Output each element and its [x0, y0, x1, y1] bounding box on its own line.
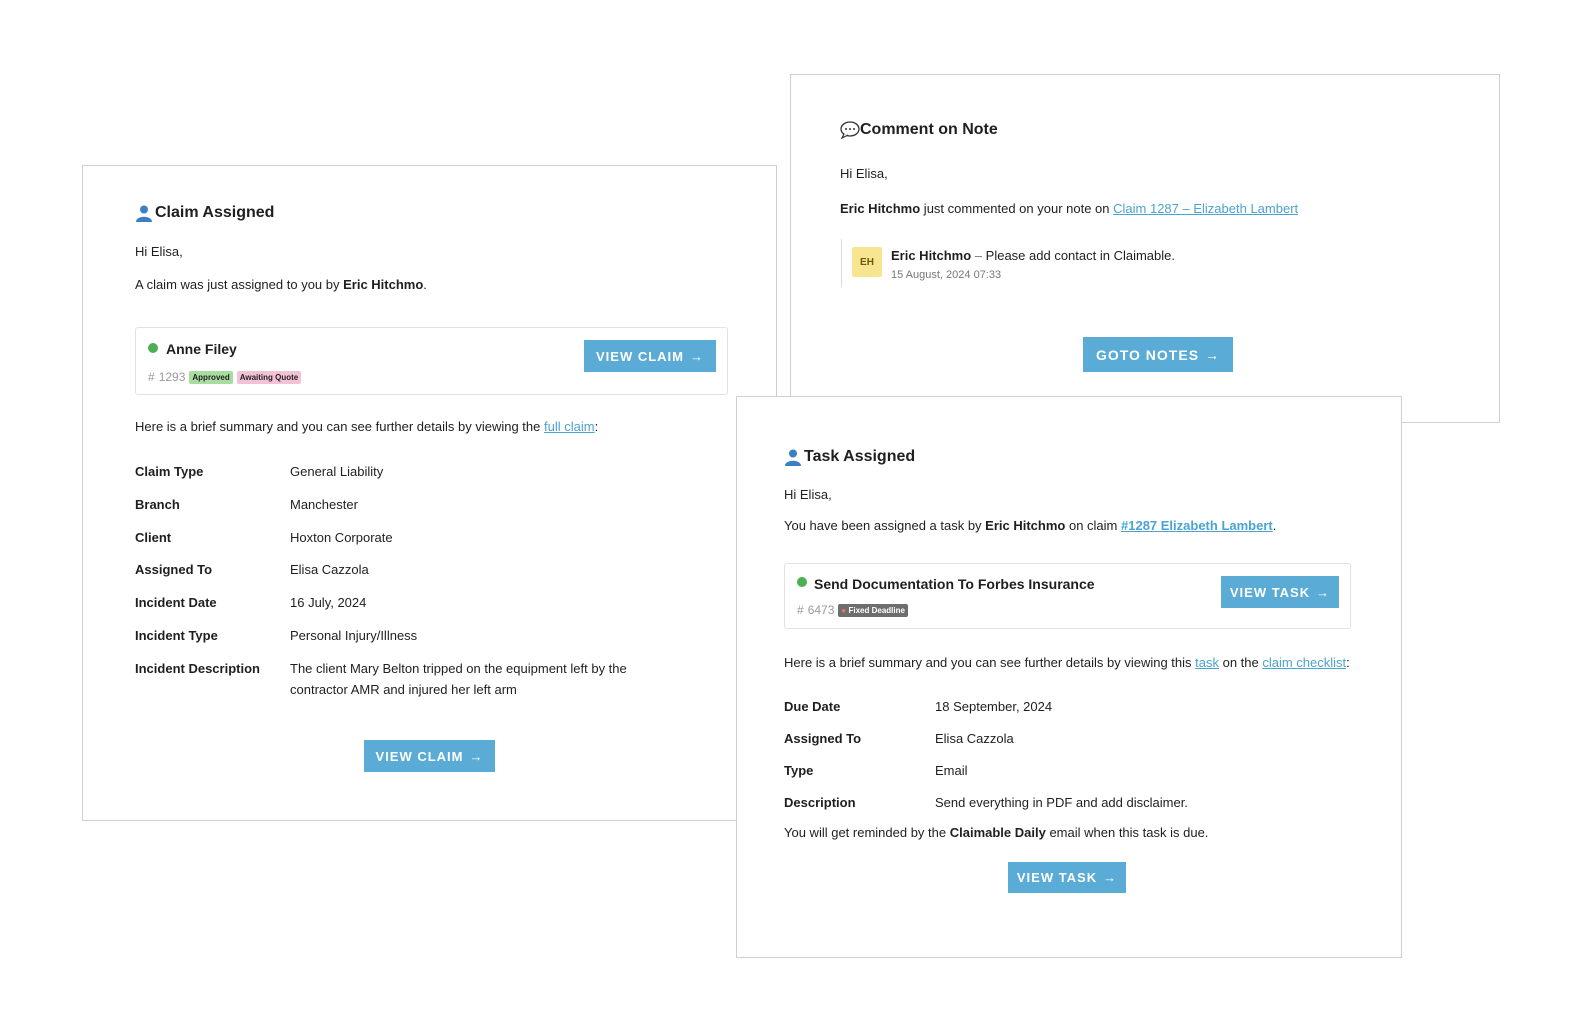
- arrow-right-icon: →: [1103, 870, 1118, 885]
- comment-timestamp: 15 August, 2024 07:33: [891, 269, 1002, 281]
- detail-label: Branch: [135, 497, 180, 512]
- detail-label: Assigned To: [784, 731, 862, 746]
- detail-value: Elisa Cazzola: [290, 562, 369, 577]
- claim-client-name: Anne Filey: [166, 341, 237, 357]
- task-intro: You have been assigned a task by Eric Hi…: [784, 518, 1277, 533]
- detail-value: Hoxton Corporate: [290, 530, 393, 545]
- view-claim-button[interactable]: VIEW CLAIM →: [364, 740, 495, 772]
- fixed-deadline-badge: ● Fixed Deadline: [838, 603, 908, 617]
- full-claim-link[interactable]: full claim: [544, 419, 595, 434]
- claim-item-card: Anne Filey # 1293 Approved Awaiting Quot…: [135, 327, 728, 395]
- claim-intro: A claim was just assigned to you by Eric…: [135, 277, 427, 292]
- reminder-text: You will get reminded by the Claimable D…: [784, 825, 1209, 840]
- detail-value-line1: The client Mary Belton tripped on the eq…: [290, 661, 627, 676]
- task-email-title: Task Assigned: [804, 448, 916, 465]
- claim-email-title: Claim Assigned: [155, 204, 275, 221]
- hash-icon: #: [797, 603, 804, 617]
- comment-on-note-email: Comment on Note Hi Elisa, Eric Hitchmo j…: [790, 74, 1500, 423]
- avatar: EH: [852, 247, 882, 277]
- quote-bar: [841, 239, 842, 287]
- detail-value: Manchester: [290, 497, 358, 512]
- claim-number: # 1293 Approved Awaiting Quote: [148, 370, 302, 384]
- detail-label: Incident Date: [135, 595, 217, 610]
- claim-link[interactable]: Claim 1287 – Elizabeth Lambert: [1113, 201, 1298, 216]
- detail-label: Incident Type: [135, 628, 218, 643]
- detail-label: Client: [135, 530, 172, 545]
- claim-greeting: Hi Elisa,: [135, 244, 183, 259]
- task-email-header: Task Assigned: [784, 448, 915, 466]
- task-greeting: Hi Elisa,: [784, 487, 832, 502]
- arrow-right-icon: →: [469, 748, 484, 764]
- detail-label: Type: [784, 763, 814, 778]
- status-badge-approved: Approved: [189, 370, 233, 384]
- claim-email-header: Claim Assigned: [135, 204, 274, 222]
- hash-icon: #: [148, 370, 155, 384]
- detail-value: Personal Injury/Illness: [290, 628, 418, 643]
- goto-notes-button[interactable]: GOTO NOTES →: [1083, 337, 1233, 372]
- task-link[interactable]: task: [1195, 655, 1219, 670]
- status-dot: [797, 577, 807, 587]
- comment-author: Eric Hitchmo: [891, 248, 972, 263]
- claim-summary-text: Here is a brief summary and you can see …: [135, 419, 599, 434]
- detail-label: Incident Description: [135, 661, 260, 676]
- note-message: Eric Hitchmo just commented on your note…: [840, 201, 1299, 216]
- detail-value-line2: contractor AMR and injured her left arm: [290, 682, 517, 697]
- claim-link[interactable]: #1287 Elizabeth Lambert: [1121, 518, 1273, 533]
- note-email-title: Comment on Note: [860, 121, 998, 138]
- comment-line: Eric Hitchmo – Please add contact in Cla…: [891, 248, 1175, 263]
- view-task-button[interactable]: VIEW TASK →: [1008, 862, 1126, 893]
- task-number: # 6473 ● Fixed Deadline: [797, 603, 908, 617]
- status-badge-awaiting-quote: Awaiting Quote: [236, 370, 302, 384]
- arrow-right-icon: →: [1316, 584, 1331, 600]
- actor-name: Eric Hitchmo: [985, 518, 1066, 533]
- detail-value: Elisa Cazzola: [935, 731, 1014, 746]
- detail-label: Description: [784, 795, 856, 810]
- claim-checklist-link[interactable]: claim checklist: [1262, 655, 1346, 670]
- task-name: Send Documentation To Forbes Insurance: [814, 576, 1095, 592]
- detail-value: Email: [935, 763, 968, 778]
- detail-value: General Liability: [290, 464, 384, 479]
- view-task-button-inline[interactable]: VIEW TASK →: [1221, 576, 1339, 608]
- detail-label: Due Date: [784, 699, 841, 714]
- comment-text: Please add contact in Claimable.: [985, 248, 1175, 263]
- detail-value: 18 September, 2024: [935, 699, 1053, 714]
- arrow-right-icon: →: [1205, 346, 1221, 363]
- task-item-card: Send Documentation To Forbes Insurance #…: [784, 563, 1351, 629]
- task-assigned-email: Task Assigned Hi Elisa, You have been as…: [736, 396, 1402, 958]
- detail-value: Send everything in PDF and add disclaime…: [935, 795, 1188, 810]
- view-claim-button-inline[interactable]: VIEW CLAIM →: [584, 340, 716, 372]
- status-dot: [148, 343, 158, 353]
- note-greeting: Hi Elisa,: [840, 166, 888, 181]
- clock-icon: ●: [841, 605, 847, 615]
- actor-name: Eric Hitchmo: [343, 277, 424, 292]
- person-icon: [784, 448, 802, 466]
- task-summary-text: Here is a brief summary and you can see …: [784, 655, 1350, 670]
- actor-name: Eric Hitchmo: [840, 201, 921, 216]
- note-email-header: Comment on Note: [840, 121, 998, 140]
- arrow-right-icon: →: [690, 348, 704, 364]
- claim-assigned-email: Claim Assigned Hi Elisa, A claim was jus…: [82, 165, 777, 821]
- detail-label: Claim Type: [135, 464, 204, 479]
- speech-bubble-icon: [840, 121, 860, 140]
- detail-label: Assigned To: [135, 562, 213, 577]
- person-icon: [135, 204, 153, 222]
- detail-value: 16 July, 2024: [290, 595, 367, 610]
